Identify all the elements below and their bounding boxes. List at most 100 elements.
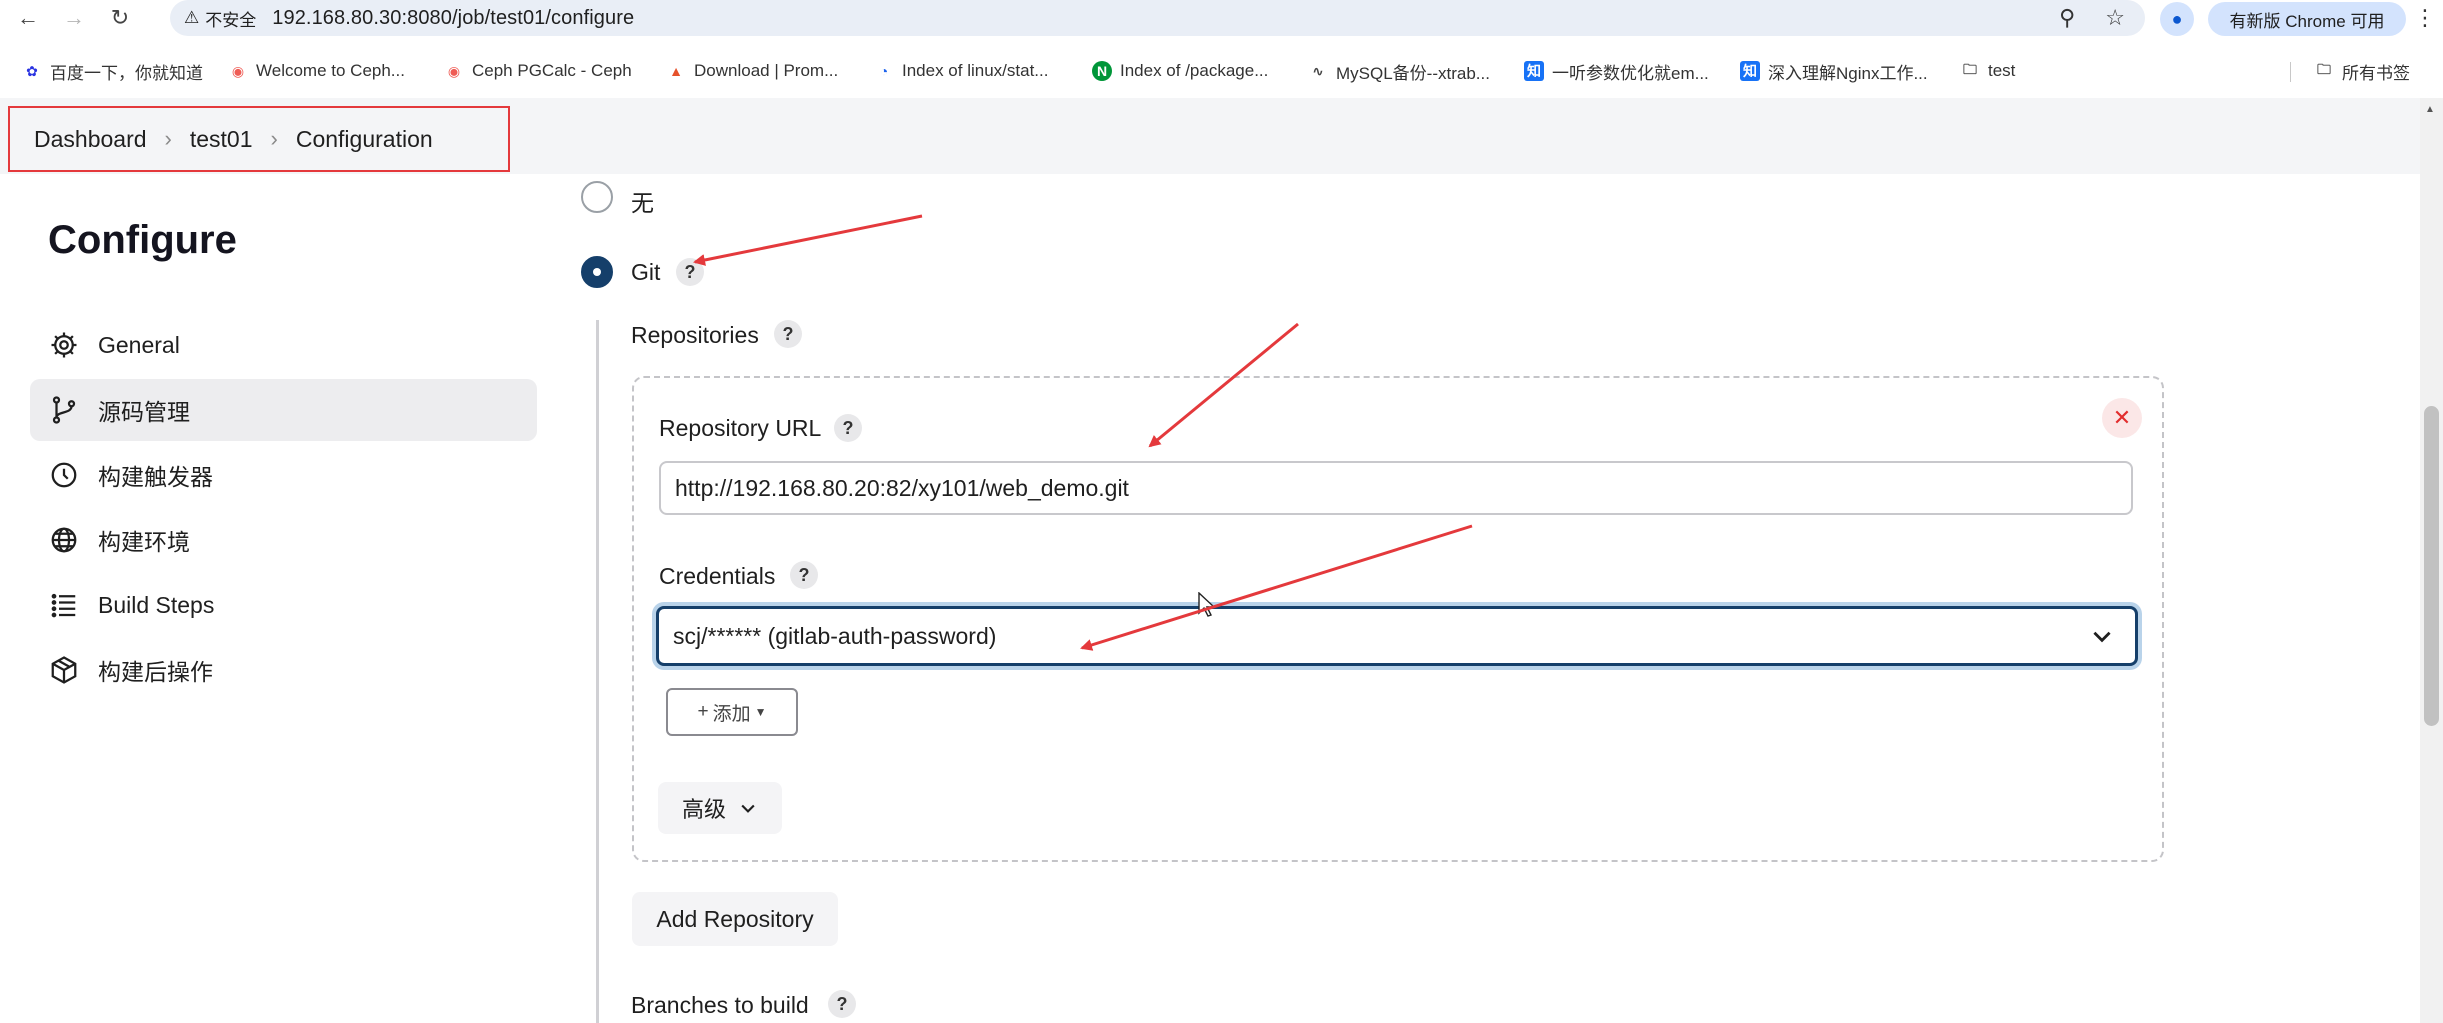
breadcrumb-dashboard[interactable]: Dashboard (34, 126, 147, 153)
chevron-down-icon (2093, 631, 2111, 643)
repositories-help-icon[interactable]: ? (774, 320, 802, 348)
repositories-label: Repositories (631, 322, 759, 348)
branches-label: Branches to build (631, 992, 809, 1018)
folder-icon: 🗀 (1963, 61, 1977, 77)
git-help-icon[interactable]: ? (676, 258, 704, 286)
sidebar-item-triggers[interactable]: 构建触发器 (30, 444, 537, 506)
bookmarks-bar: ✿ 百度一下，你就知道 ◉ Welcome to Ceph... ◉ Ceph … (0, 54, 2443, 88)
sidebar-item-label: 构建后操作 (98, 659, 213, 685)
all-bookmarks-button[interactable]: 🗀 所有书签 (2314, 54, 2410, 88)
add-credentials-label: 添加 (712, 703, 751, 725)
sidebar-item-label: 构建触发器 (98, 464, 213, 490)
bookmark-item[interactable]: ◔ Index of linux/stat... (874, 54, 1049, 88)
bookmark-item[interactable]: 🗀 test (1960, 54, 2015, 88)
sidebar-item-label: Build Steps (98, 591, 215, 618)
jenkins-page: Dashboard › test01 › Configuration ▲ Con… (0, 98, 2443, 1023)
add-credentials-button[interactable]: + 添加 ▼ (666, 688, 798, 736)
page-title: Configure (48, 218, 237, 262)
nginx-icon: N (1092, 61, 1112, 81)
branches-help-icon[interactable]: ? (828, 990, 856, 1018)
scm-none-label: 无 (631, 190, 654, 216)
paw-icon: ✿ (26, 62, 38, 79)
chrome-update-button[interactable]: 有新版 Chrome 可用 (2208, 2, 2406, 36)
remove-repository-icon[interactable]: ✕ (2102, 398, 2142, 438)
caret-down-icon: ▼ (754, 705, 767, 719)
advanced-button[interactable]: 高级 (658, 782, 782, 834)
folder-icon: 🗀 (2317, 61, 2331, 77)
bookmark-label: Welcome to Ceph... (256, 61, 405, 80)
back-icon[interactable]: ← (10, 0, 46, 36)
bookmark-item[interactable]: 知 一听参数优化就em... (1524, 54, 1709, 88)
profile-avatar-icon[interactable]: ● (2160, 2, 2194, 36)
bookmark-label: MySQL备份--xtrab... (1336, 63, 1490, 83)
breadcrumb-configuration[interactable]: Configuration (296, 126, 433, 153)
bookmark-label: Download | Prom... (694, 61, 839, 80)
plus-icon: + (697, 701, 709, 722)
ceph-icon: ◉ (447, 62, 461, 79)
bookmark-item[interactable]: ◉ Ceph PGCalc - Ceph (444, 54, 632, 88)
bookmark-item[interactable]: ✿ 百度一下，你就知道 (22, 54, 203, 88)
zhihu-icon: 知 (1524, 61, 1544, 81)
branch-icon (48, 394, 80, 426)
url-text[interactable]: 192.168.80.30:8080/job/test01/configure (272, 7, 634, 30)
mouse-cursor-icon (1198, 592, 1216, 617)
scm-git-label: Git (631, 259, 661, 285)
prometheus-icon: ▲ (669, 63, 683, 79)
docker-icon: ◔ (879, 63, 889, 79)
sidebar-item-label: General (98, 331, 180, 358)
sidebar-item-label: 构建环境 (98, 529, 190, 555)
section-indent-line (596, 320, 599, 1023)
scm-git-radio[interactable] (581, 256, 613, 288)
security-indicator[interactable]: ⚠ 不安全 (184, 6, 272, 31)
bookmark-star-icon[interactable]: ☆ (2105, 5, 2125, 31)
bookmark-item[interactable]: ∿ MySQL备份--xtrab... (1308, 54, 1490, 88)
scm-none-radio[interactable] (581, 181, 613, 213)
globe-icon (48, 524, 80, 556)
bookmark-label: 深入理解Nginx工作... (1768, 63, 1928, 83)
bookmark-item[interactable]: ▲ Download | Prom... (666, 54, 838, 88)
zoom-icon[interactable]: ⚲ (2059, 5, 2075, 31)
breadcrumb-bar: Dashboard › test01 › Configuration (0, 98, 2420, 174)
bookmark-item[interactable]: ◉ Welcome to Ceph... (228, 54, 405, 88)
breadcrumb-job[interactable]: test01 (190, 126, 253, 153)
more-menu-icon[interactable]: ⋮ (2410, 0, 2440, 36)
credentials-label: Credentials (659, 563, 776, 589)
breadcrumb: Dashboard › test01 › Configuration (8, 106, 510, 172)
bookmark-label: 一听参数优化就em... (1552, 63, 1709, 83)
sidebar-item-build-steps[interactable]: Build Steps (30, 574, 537, 636)
browser-toolbar: ← → ↻ ⚠ 不安全 192.168.80.30:8080/job/test0… (0, 0, 2443, 36)
bookmark-item[interactable]: 知 深入理解Nginx工作... (1740, 54, 1928, 88)
repo-url-help-icon[interactable]: ? (834, 414, 862, 442)
insecure-label: 不安全 (205, 10, 257, 30)
zhihu-icon: 知 (1740, 61, 1760, 81)
all-bookmarks-label: 所有书签 (2342, 63, 2410, 83)
advanced-label: 高级 (681, 797, 726, 822)
add-repository-button[interactable]: Add Repository (632, 892, 838, 946)
bookmark-label: Ceph PGCalc - Ceph (472, 61, 632, 80)
package-icon (48, 654, 80, 686)
scrollbar-thumb[interactable] (2424, 406, 2439, 726)
bookmark-item[interactable]: N Index of /package... (1092, 54, 1268, 88)
chevron-right-icon: › (270, 126, 278, 151)
sidebar-item-scm[interactable]: 源码管理 (30, 379, 537, 441)
address-bar[interactable]: ⚠ 不安全 192.168.80.30:8080/job/test01/conf… (170, 0, 2145, 36)
bookmark-divider (2290, 62, 2291, 82)
repo-url-input[interactable] (659, 461, 2133, 515)
scroll-up-icon[interactable]: ▲ (2425, 104, 2435, 115)
credentials-selected-value: scj/****** (gitlab-auth-password) (673, 622, 997, 649)
forward-icon[interactable]: → (56, 0, 92, 36)
bookmark-label: 百度一下，你就知道 (50, 63, 203, 83)
mysql-icon: ∿ (1312, 62, 1324, 79)
repo-url-label: Repository URL (659, 415, 822, 441)
credentials-select[interactable]: scj/****** (gitlab-auth-password) (656, 606, 2138, 666)
sidebar-item-post-build[interactable]: 构建后操作 (30, 639, 537, 701)
credentials-help-icon[interactable]: ? (790, 561, 818, 589)
sidebar-item-environment[interactable]: 构建环境 (30, 509, 537, 571)
warning-icon: ⚠ (184, 8, 200, 27)
clock-icon (48, 459, 80, 491)
list-icon (48, 589, 80, 621)
chevron-down-icon (741, 804, 755, 813)
sidebar-item-general[interactable]: General (30, 314, 537, 376)
chevron-right-icon: › (164, 126, 172, 151)
reload-icon[interactable]: ↻ (102, 0, 138, 36)
